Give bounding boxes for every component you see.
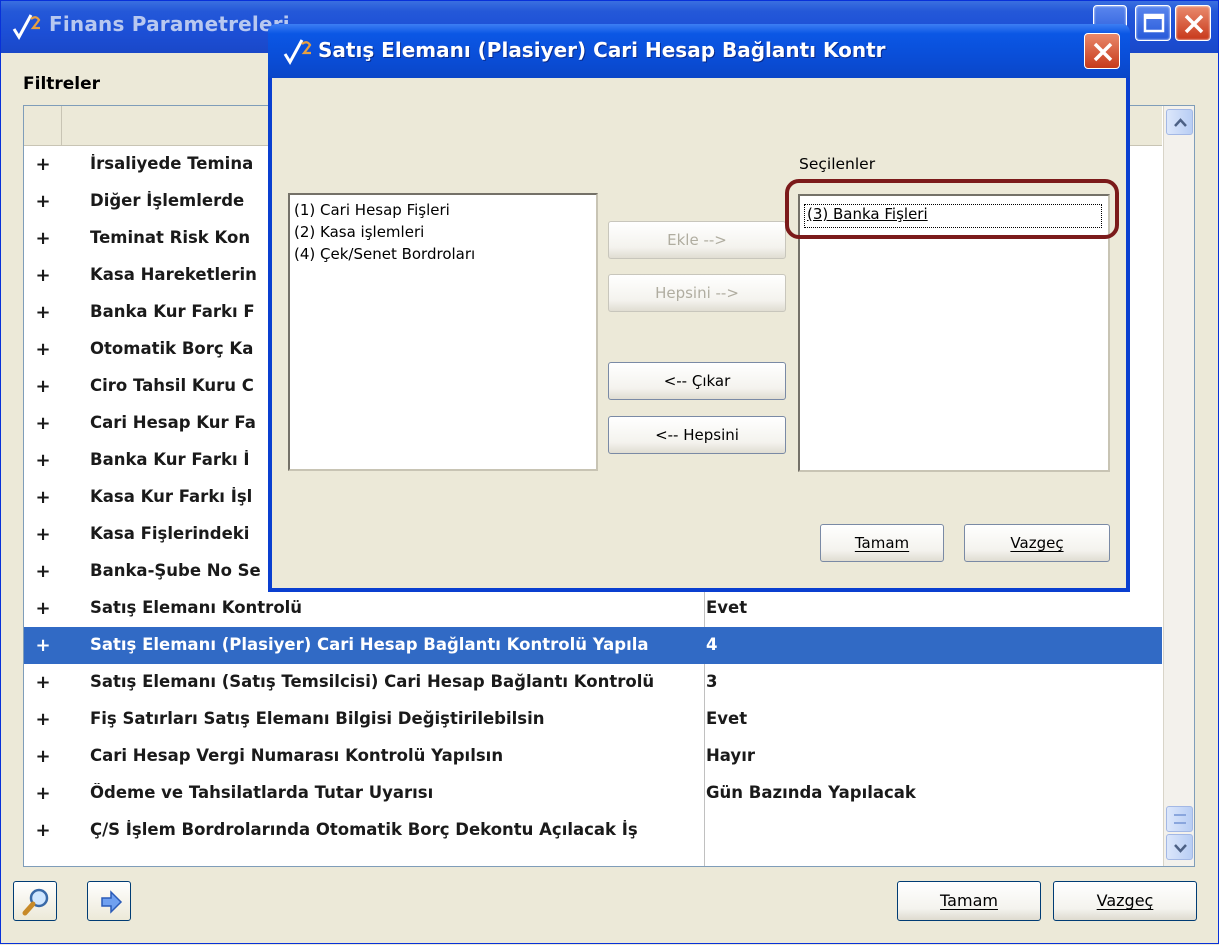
table-row[interactable]: + Ödeme ve Tahsilatlarda Tutar Uyarısı Gün… — [24, 775, 1162, 812]
parameter-name: Satış Elemanı (Plasiyer) Cari Hesap Bağl… — [90, 635, 649, 654]
expand-icon[interactable]: + — [24, 746, 62, 767]
table-row[interactable]: + Fiş Satırları Satış Elemanı Bilgisi Değ… — [24, 701, 1162, 738]
list-item[interactable]: (2) Kasa işlemleri — [294, 223, 424, 245]
close-icon — [1184, 14, 1204, 34]
parameter-value[interactable]: Hayır — [706, 746, 755, 765]
expand-icon[interactable]: + — [24, 561, 62, 582]
expand-icon[interactable]: + — [24, 154, 62, 175]
close-icon — [1093, 42, 1113, 62]
dialog-titlebar[interactable]: Satış Elemanı (Plasiyer) Cari Hesap Bağl… — [268, 24, 1130, 78]
filters-label: Filtreler — [23, 74, 101, 94]
main-window-title: Finans Parametreleri — [49, 12, 290, 36]
list-item[interactable]: (4) Çek/Senet Bordroları — [294, 245, 475, 267]
parameter-value[interactable]: Gün Bazında Yapılacak — [706, 783, 916, 802]
dialog-ok-button[interactable]: Tamam — [820, 524, 944, 562]
table-row[interactable]: + Satış Elemanı (Plasiyer) Cari Hesap Bağ… — [24, 627, 1162, 664]
expand-icon[interactable]: + — [24, 191, 62, 212]
parameter-name: Ödeme ve Tahsilatlarda Tutar Uyarısı — [90, 783, 434, 802]
dialog-title: Satış Elemanı (Plasiyer) Cari Hesap Bağl… — [318, 38, 886, 62]
main-cancel-button[interactable]: Vazgeç — [1053, 881, 1197, 921]
chevron-up-icon — [1174, 118, 1187, 127]
expand-icon[interactable]: + — [24, 820, 62, 841]
parameter-value[interactable]: Evet — [706, 709, 747, 728]
parameter-name: Satış Elemanı (Satış Temsilcisi) Cari He… — [90, 672, 655, 691]
main-ok-button[interactable]: Tamam — [897, 881, 1041, 921]
parameter-name: Satış Elemanı Kontrolü — [90, 598, 303, 617]
table-row[interactable]: + Cari Hesap Vergi Numarası Kontrolü Yapı… — [24, 738, 1162, 775]
selected-list-label: Seçilenler — [799, 155, 876, 173]
expand-icon[interactable]: + — [24, 228, 62, 249]
expand-icon[interactable]: + — [24, 265, 62, 286]
arrow-right-icon — [101, 890, 123, 914]
parameter-value[interactable]: Evet — [706, 598, 747, 617]
forward-button[interactable] — [87, 881, 131, 921]
table-row[interactable]: + Satış Elemanı Kontrolü Evet — [24, 590, 1162, 627]
expand-icon[interactable]: + — [24, 524, 62, 545]
add-all-button[interactable]: Hepsini --> — [608, 274, 786, 312]
remove-all-button[interactable]: <-- Hepsini — [608, 416, 786, 454]
expand-icon[interactable]: + — [24, 302, 62, 323]
add-button[interactable]: Ekle --> — [608, 221, 786, 259]
dialog-close-button[interactable] — [1084, 33, 1120, 69]
parameter-value[interactable]: 4 — [706, 635, 717, 654]
chevron-down-icon — [1174, 844, 1187, 853]
maximize-icon — [1143, 13, 1165, 33]
annotation-highlight-ring — [785, 179, 1119, 239]
parameter-name: Ç/S İşlem Bordrolarında Otomatik Borç De… — [90, 820, 638, 839]
search-button[interactable] — [13, 881, 57, 921]
expand-icon[interactable]: + — [24, 672, 62, 693]
plasiyer-connection-dialog: Satış Elemanı (Plasiyer) Cari Hesap Bağl… — [268, 24, 1130, 592]
available-list[interactable]: (1) Cari Hesap Fişleri (2) Kasa işlemler… — [288, 193, 598, 471]
expand-icon[interactable]: + — [24, 376, 62, 397]
list-item[interactable]: (1) Cari Hesap Fişleri — [294, 201, 450, 223]
app-logo-icon — [12, 14, 41, 40]
scroll-thumb[interactable] — [1166, 806, 1193, 832]
thumb-grip-icon — [1174, 814, 1186, 824]
expand-icon[interactable]: + — [24, 413, 62, 434]
parameter-name: Cari Hesap Vergi Numarası Kontrolü Yapıl… — [90, 746, 504, 765]
expand-icon[interactable]: + — [24, 635, 62, 656]
expand-icon[interactable]: + — [24, 709, 62, 730]
vertical-scrollbar[interactable] — [1163, 106, 1194, 866]
expand-icon[interactable]: + — [24, 450, 62, 471]
dialog-cancel-button[interactable]: Vazgeç — [964, 524, 1110, 562]
expand-icon[interactable]: + — [24, 783, 62, 804]
parameter-name: Fiş Satırları Satış Elemanı Bilgisi Deği… — [90, 709, 545, 728]
table-row[interactable]: + Ç/S İşlem Bordrolarında Otomatik Borç D… — [24, 812, 1162, 849]
scroll-up-button[interactable] — [1166, 109, 1193, 135]
maximize-button[interactable] — [1135, 5, 1171, 41]
expand-icon[interactable]: + — [24, 598, 62, 619]
table-row[interactable]: + Satış Elemanı (Satış Temsilcisi) Cari H… — [24, 664, 1162, 701]
main-close-button[interactable] — [1175, 5, 1211, 41]
parameter-value[interactable]: 3 — [706, 672, 717, 691]
scroll-down-button[interactable] — [1166, 834, 1193, 860]
grid-header-expander-cell — [24, 106, 62, 146]
app-logo-icon — [283, 39, 312, 65]
magnifier-icon — [22, 888, 49, 916]
expand-icon[interactable]: + — [24, 487, 62, 508]
expand-icon[interactable]: + — [24, 339, 62, 360]
remove-button[interactable]: <-- Çıkar — [608, 362, 786, 400]
